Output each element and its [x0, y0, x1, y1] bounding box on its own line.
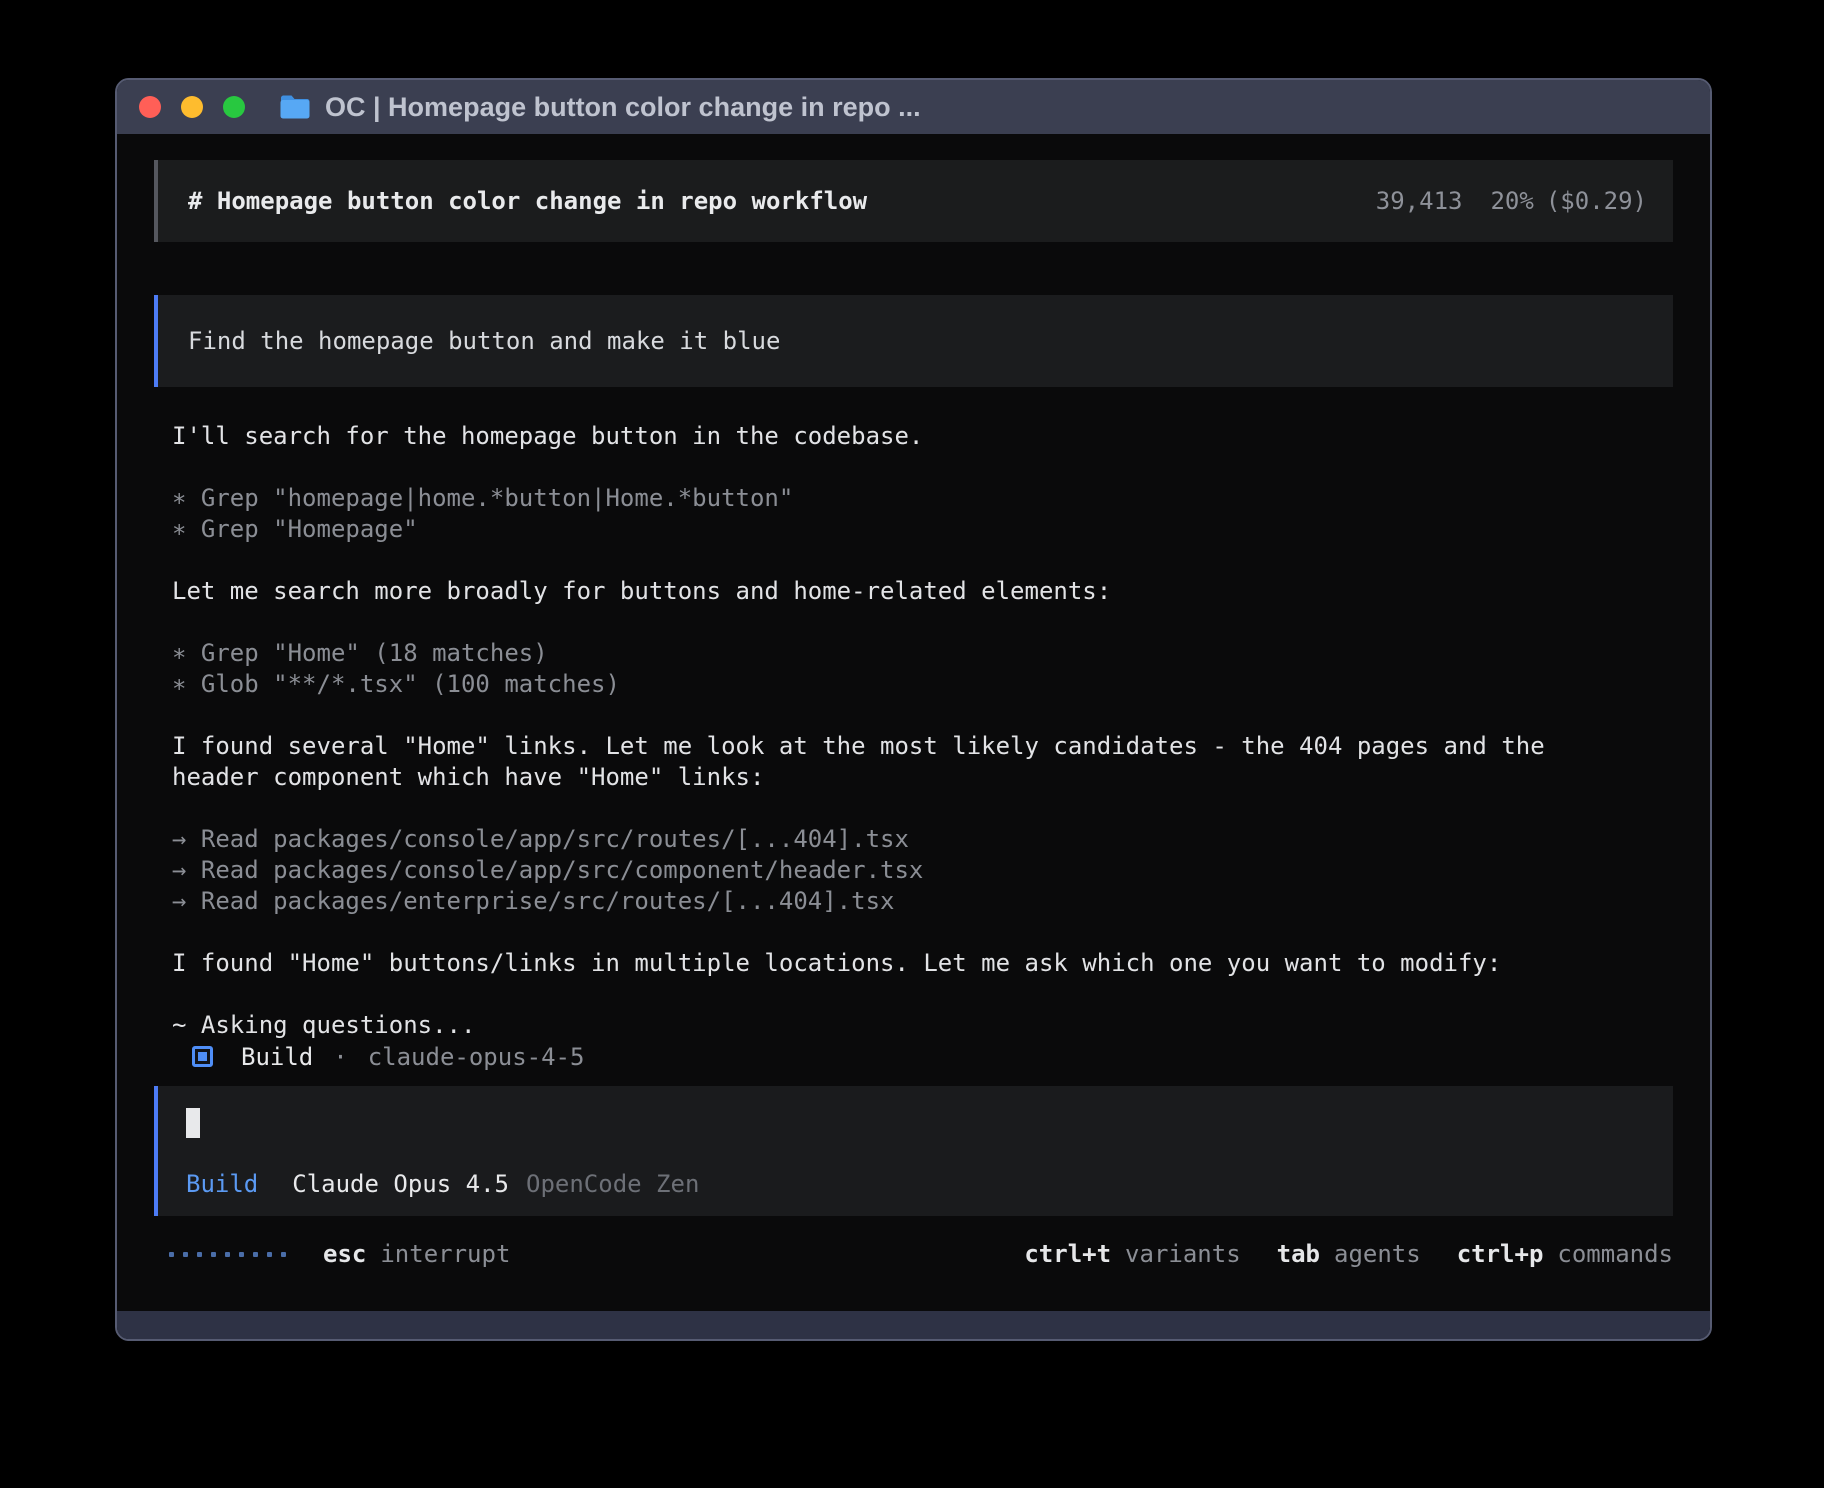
terminal-content: # Homepage button color change in repo w…	[117, 134, 1710, 1311]
tool-call-grep: ∗ Grep "Home" (18 matches)	[172, 638, 1673, 669]
tool-call-glob: ∗ Glob "**/*.tsx" (100 matches)	[172, 669, 1673, 700]
status-bar: esc interrupt ctrl+t variants tab agents…	[154, 1238, 1673, 1270]
session-header: # Homepage button color change in repo w…	[154, 160, 1673, 242]
traffic-lights	[139, 96, 245, 118]
tool-call-grep: ∗ Grep "Homepage"	[172, 514, 1673, 545]
assistant-text: I found several "Home" links. Let me loo…	[172, 731, 1673, 793]
composer-meta: Build Claude Opus 4.5 OpenCode Zen	[186, 1170, 1673, 1198]
user-message-text: Find the homepage button and make it blu…	[188, 327, 780, 355]
assistant-text: I found "Home" buttons/links in multiple…	[172, 948, 1673, 979]
variants-hint: ctrl+t variants	[1024, 1240, 1240, 1268]
zoom-button[interactable]	[223, 96, 245, 118]
tab-key: tab	[1277, 1240, 1320, 1268]
variants-label: variants	[1125, 1240, 1241, 1268]
agent-model: claude-opus-4-5	[368, 1043, 585, 1071]
composer-model-label[interactable]: Claude Opus 4.5	[292, 1170, 509, 1198]
token-count: 39,413	[1376, 187, 1463, 215]
window-title: OC | Homepage button color change in rep…	[325, 92, 921, 123]
agent-badge-icon	[192, 1046, 213, 1067]
prompt-input[interactable]: Build Claude Opus 4.5 OpenCode Zen	[154, 1086, 1673, 1216]
tool-call-read: → Read packages/enterprise/src/routes/[.…	[172, 886, 1673, 917]
agents-hint: tab agents	[1277, 1240, 1421, 1268]
commands-hint: ctrl+p commands	[1457, 1240, 1673, 1268]
composer-agent-label[interactable]: Build	[186, 1170, 258, 1198]
ctrl-t-key: ctrl+t	[1024, 1240, 1111, 1268]
terminal-window: OC | Homepage button color change in rep…	[115, 78, 1712, 1341]
spinner-dots-icon	[169, 1252, 286, 1257]
ctrl-p-key: ctrl+p	[1457, 1240, 1544, 1268]
agent-status-line: Build · claude-opus-4-5	[154, 1041, 1673, 1072]
asking-questions-status: ~ Asking questions...	[172, 1010, 1673, 1041]
interrupt-label: interrupt	[380, 1240, 510, 1268]
agent-name: Build	[241, 1043, 313, 1071]
window-bottom-edge	[117, 1311, 1710, 1339]
tool-call-read: → Read packages/console/app/src/componen…	[172, 855, 1673, 886]
tool-call-grep: ∗ Grep "homepage|home.*button|Home.*butt…	[172, 483, 1673, 514]
context-percent: 20%	[1490, 187, 1533, 215]
titlebar[interactable]: OC | Homepage button color change in rep…	[117, 80, 1710, 134]
minimize-button[interactable]	[181, 96, 203, 118]
assistant-text: I'll search for the homepage button in t…	[172, 421, 1673, 452]
composer-provider-label: OpenCode Zen	[526, 1170, 699, 1198]
agents-label: agents	[1334, 1240, 1421, 1268]
assistant-transcript: I'll search for the homepage button in t…	[154, 421, 1673, 1041]
statusbar-right: ctrl+t variants tab agents ctrl+p comman…	[988, 1240, 1673, 1268]
statusbar-left: esc interrupt	[169, 1240, 510, 1268]
session-cost: ($0.29)	[1546, 187, 1647, 215]
user-message: Find the homepage button and make it blu…	[154, 295, 1673, 387]
session-stats: 39,413 20% ($0.29)	[1376, 187, 1647, 215]
session-title: # Homepage button color change in repo w…	[188, 187, 867, 215]
esc-key-hint: esc	[323, 1240, 366, 1268]
close-button[interactable]	[139, 96, 161, 118]
tool-call-read: → Read packages/console/app/src/routes/[…	[172, 824, 1673, 855]
folder-icon	[279, 94, 311, 120]
commands-label: commands	[1557, 1240, 1673, 1268]
assistant-text: Let me search more broadly for buttons a…	[172, 576, 1673, 607]
text-cursor	[186, 1108, 200, 1138]
dot-separator: ·	[333, 1043, 347, 1071]
